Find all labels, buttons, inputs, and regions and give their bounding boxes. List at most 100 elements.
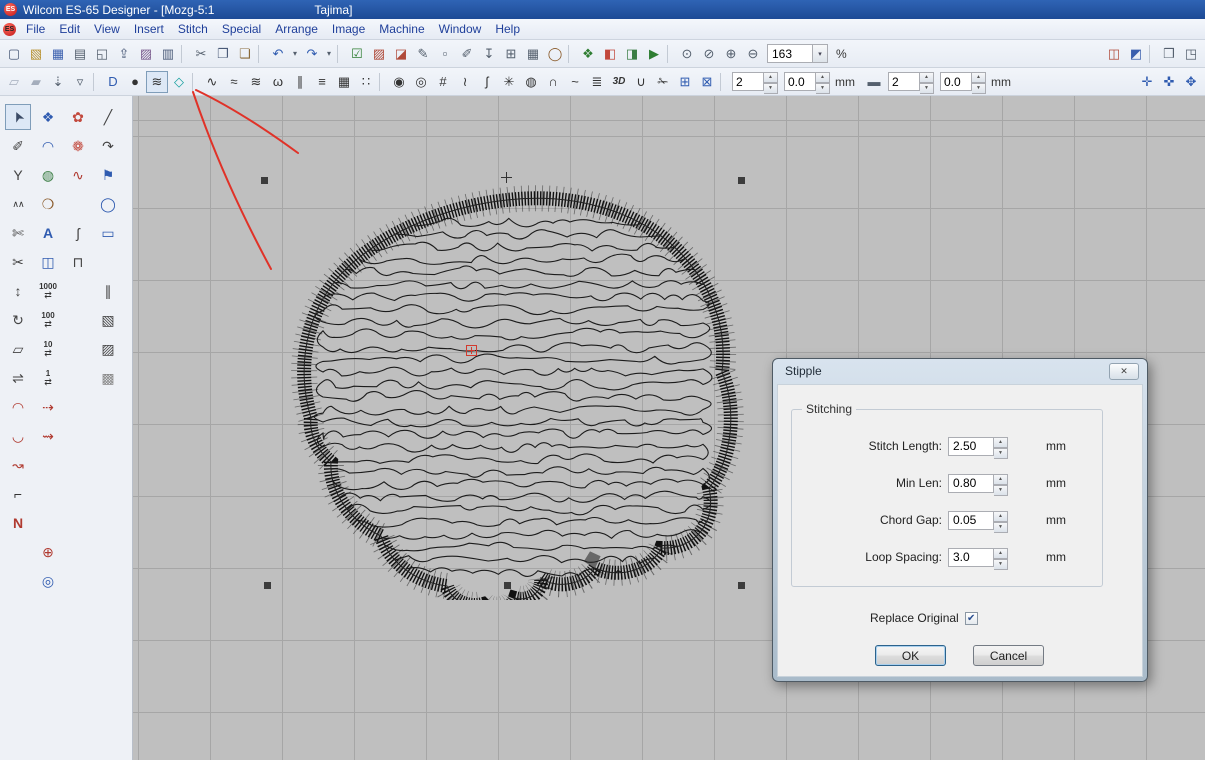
nudge-100-tool[interactable]: 100⇄ xyxy=(35,307,61,333)
overview-window-icon[interactable]: ◩ xyxy=(1125,43,1147,65)
select-verify-icon[interactable]: ☑ xyxy=(346,43,368,65)
spin-up-icon[interactable]: ▲ xyxy=(994,548,1008,559)
stamp-tool[interactable]: ❍ xyxy=(35,191,61,217)
triple-run-icon[interactable]: ≈ xyxy=(223,71,245,93)
add-hole-tool[interactable]: ⊕ xyxy=(35,539,61,565)
print-preview-icon[interactable]: ◱ xyxy=(91,43,113,65)
ellipse-tool[interactable]: ◯ xyxy=(95,191,121,217)
numeric-input[interactable] xyxy=(940,72,972,91)
menu-item[interactable]: View xyxy=(87,20,127,38)
liquid-effect-icon[interactable]: ʃ xyxy=(476,71,498,93)
remove-overlaps-icon[interactable]: ◪ xyxy=(390,43,412,65)
menu-item[interactable]: Arrange xyxy=(268,20,325,38)
skew-tool[interactable]: ▱ xyxy=(5,336,31,362)
buttonhole-tool[interactable]: ⊓ xyxy=(65,249,91,275)
spin-down-icon[interactable]: ▼ xyxy=(764,83,778,94)
open-design-icon[interactable]: ▧ xyxy=(25,43,47,65)
grid-toggle-icon[interactable]: ▦ xyxy=(522,43,544,65)
design-windows-icon[interactable]: ◫ xyxy=(1103,43,1125,65)
print-icon[interactable]: ▤ xyxy=(69,43,91,65)
open-curve-tool[interactable]: ◠ xyxy=(5,394,31,420)
scissors-tool[interactable]: ✂ xyxy=(5,249,31,275)
pan-tool-icon[interactable]: ✛ xyxy=(1136,71,1158,93)
spiral-fill-icon[interactable]: ◎ xyxy=(410,71,432,93)
spin-down-icon[interactable]: ▼ xyxy=(994,522,1008,533)
zoom-in-icon[interactable]: ⊕ xyxy=(720,43,742,65)
menu-item[interactable]: Machine xyxy=(372,20,431,38)
fill-holes-tool[interactable]: ◍ xyxy=(35,162,61,188)
dialog-close-icon[interactable]: ✕ xyxy=(1109,363,1139,380)
selection-handle[interactable] xyxy=(264,582,271,589)
selection-handle[interactable] xyxy=(738,177,745,184)
single-run-icon[interactable]: ∿ xyxy=(201,71,223,93)
export-view-icon[interactable]: ◳ xyxy=(1180,43,1202,65)
hoop-toggle-icon[interactable]: ◯ xyxy=(544,43,566,65)
stitch-edit-tool[interactable]: ↝ xyxy=(5,452,31,478)
needle-points-icon[interactable]: ⇣ xyxy=(47,71,69,93)
spin-up-icon[interactable]: ▲ xyxy=(816,72,830,83)
spin-down-icon[interactable]: ▼ xyxy=(920,83,934,94)
flip-tool[interactable]: ⇌ xyxy=(5,365,31,391)
dome-digitize-tool[interactable]: ◠ xyxy=(35,133,61,159)
three-d-effect-icon[interactable]: 3D xyxy=(608,71,630,93)
menu-item[interactable]: Stitch xyxy=(171,20,215,38)
design-view-icon[interactable]: ▱ xyxy=(3,71,25,93)
hatch-fill-tool[interactable]: ╱ xyxy=(95,104,121,130)
filled-object-icon[interactable]: ● xyxy=(124,71,146,93)
weave-fill-icon[interactable]: # xyxy=(432,71,454,93)
column-b-tool[interactable]: ▧ xyxy=(95,307,121,333)
spin-up-icon[interactable]: ▲ xyxy=(972,72,986,83)
stitch-player-icon[interactable]: ▶ xyxy=(643,43,665,65)
star-fill-icon[interactable]: ✳ xyxy=(498,71,520,93)
rotate-tool[interactable]: ↻ xyxy=(5,307,31,333)
nudge-1-tool[interactable]: 1⇄ xyxy=(35,365,61,391)
jump-stitch-tool[interactable]: ⇝ xyxy=(35,423,61,449)
copy-icon[interactable]: ❐ xyxy=(212,43,234,65)
export-machine-file-icon[interactable]: ⇪ xyxy=(113,43,135,65)
dotted-select-icon[interactable]: ▫ xyxy=(434,43,456,65)
field-input[interactable] xyxy=(948,548,994,567)
selection-handle[interactable] xyxy=(738,582,745,589)
insert-symbol-tool[interactable]: ✿ xyxy=(65,104,91,130)
contour-fill-icon[interactable]: ◉ xyxy=(388,71,410,93)
ripple-fill-icon[interactable]: ◍ xyxy=(520,71,542,93)
monogram-tool[interactable]: ◫ xyxy=(35,249,61,275)
lettering-tool[interactable]: A xyxy=(35,220,61,246)
new-design-icon[interactable]: ▢ xyxy=(3,43,25,65)
spin-up-icon[interactable]: ▲ xyxy=(994,437,1008,448)
spin-down-icon[interactable]: ▼ xyxy=(972,83,986,94)
thread-colors-icon[interactable]: ◨ xyxy=(621,43,643,65)
motif-fill-icon[interactable]: ∷ xyxy=(355,71,377,93)
stemstitch-icon[interactable]: ~ xyxy=(564,71,586,93)
spin-down-icon[interactable]: ▼ xyxy=(816,83,830,94)
undo-icon[interactable]: ↶ xyxy=(267,43,289,65)
numeric-input[interactable] xyxy=(732,72,764,91)
sculpture-run-icon[interactable]: ≋ xyxy=(245,71,267,93)
menu-item[interactable]: Special xyxy=(215,20,268,38)
ring-tool[interactable]: ◎ xyxy=(35,568,61,594)
freehand-run-tool[interactable]: ʃ xyxy=(65,220,91,246)
print-worksheet-icon[interactable]: ❒ xyxy=(1158,43,1180,65)
column-a-tool[interactable]: ∥ xyxy=(95,278,121,304)
select-object-tool[interactable]: ➤ xyxy=(5,104,31,130)
design-properties-icon[interactable]: ▥ xyxy=(157,43,179,65)
pattern-stamp-tool[interactable]: ▩ xyxy=(95,365,121,391)
grid-show-icon[interactable]: ⊞ xyxy=(674,71,696,93)
spin-up-icon[interactable]: ▲ xyxy=(764,72,778,83)
menu-item[interactable]: File xyxy=(19,20,52,38)
stipple-run-icon[interactable]: ≋ xyxy=(146,71,168,93)
zoom-out-icon[interactable]: ⊖ xyxy=(742,43,764,65)
zoom-box-icon[interactable]: ⊙ xyxy=(676,43,698,65)
spin-down-icon[interactable]: ▼ xyxy=(994,559,1008,570)
nudge-10-tool[interactable]: 10⇄ xyxy=(35,336,61,362)
zoom-1-1-icon[interactable]: ⊘ xyxy=(698,43,720,65)
write-to-card-icon[interactable]: ▨ xyxy=(135,43,157,65)
field-input[interactable] xyxy=(948,437,994,456)
zigzag-run-tool[interactable]: ∿ xyxy=(65,162,91,188)
auto-scroll-icon[interactable]: ✜ xyxy=(1158,71,1180,93)
offset-object-icon[interactable]: ◇ xyxy=(168,71,190,93)
replace-original-checkbox[interactable]: ✔ xyxy=(965,612,978,625)
numeric-input[interactable] xyxy=(784,72,816,91)
menu-item[interactable]: Help xyxy=(488,20,527,38)
menu-item[interactable]: Edit xyxy=(52,20,87,38)
